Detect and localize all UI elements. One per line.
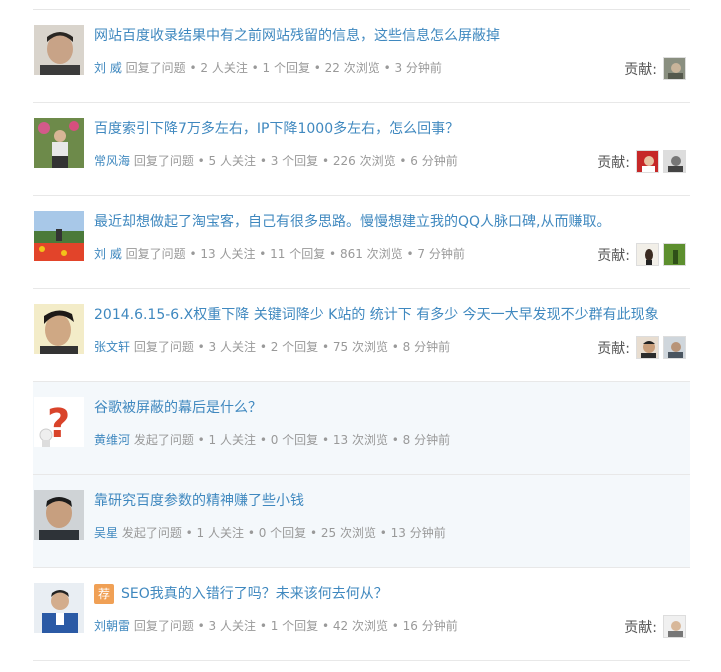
avatar[interactable]: [34, 583, 84, 633]
contributors: 贡献:: [597, 336, 686, 359]
avatar[interactable]: [34, 490, 84, 540]
meta-text: 回复了问题 • 3 人关注 • 1 个回复 • 42 次浏览 • 16 分钟前: [133, 619, 458, 633]
question-title[interactable]: 网站百度收录结果中有之前网站残留的信息，这些信息怎么屏蔽掉: [94, 26, 500, 46]
question-meta: 吴星 发起了问题 • 1 人关注 • 0 个回复 • 25 次浏览 • 13 分…: [94, 525, 446, 541]
question-title[interactable]: 谷歌被屏蔽的幕后是什么？: [94, 398, 262, 418]
avatar[interactable]: [34, 304, 84, 354]
user-link[interactable]: 吴星: [94, 526, 118, 540]
contributors: 贡献:: [597, 243, 686, 266]
question-meta: 刘朝雷 回复了问题 • 3 人关注 • 1 个回复 • 42 次浏览 • 16 …: [94, 618, 458, 634]
list-item: 网站百度收录结果中有之前网站残留的信息，这些信息怎么屏蔽掉 刘 威 回复了问题 …: [33, 10, 690, 103]
avatar[interactable]: ?: [34, 397, 84, 447]
list-item: ? 谷歌被屏蔽的幕后是什么？ 黄维河 发起了问题 • 1 人关注 • 0 个回复…: [33, 382, 690, 475]
question-title-text: SEO我真的入错行了吗？未来该何去何从？: [121, 586, 388, 602]
contrib-label: 贡献:: [624, 619, 657, 636]
question-meta: 张文轩 回复了问题 • 3 人关注 • 2 个回复 • 75 次浏览 • 8 分…: [94, 339, 450, 355]
contributor-avatar[interactable]: [663, 243, 686, 266]
list-item: 靠研究百度参数的精神赚了些小钱 吴星 发起了问题 • 1 人关注 • 0 个回复…: [33, 475, 690, 568]
user-link[interactable]: 刘 威: [94, 247, 122, 261]
contributors: 贡献:: [624, 57, 686, 80]
recommend-badge: 荐: [94, 584, 114, 604]
question-title[interactable]: 荐 SEO我真的入错行了吗？未来该何去何从？: [94, 584, 388, 604]
question-meta: 刘 威 回复了问题 • 13 人关注 • 11 个回复 • 861 次浏览 • …: [94, 246, 465, 262]
contrib-label: 贡献:: [597, 340, 630, 357]
contrib-label: 贡献:: [624, 61, 657, 78]
question-meta: 常风海 回复了问题 • 5 人关注 • 3 个回复 • 226 次浏览 • 6 …: [94, 153, 458, 169]
user-link[interactable]: 刘朝雷: [94, 619, 130, 633]
question-meta: 黄维河 发起了问题 • 1 人关注 • 0 个回复 • 13 次浏览 • 8 分…: [94, 432, 450, 448]
avatar[interactable]: [34, 118, 84, 168]
user-link[interactable]: 张文轩: [94, 340, 130, 354]
avatar[interactable]: [34, 211, 84, 261]
contrib-label: 贡献:: [597, 154, 630, 171]
meta-text: 回复了问题 • 5 人关注 • 3 个回复 • 226 次浏览 • 6 分钟前: [133, 154, 458, 168]
question-title[interactable]: 靠研究百度参数的精神赚了些小钱: [94, 491, 304, 511]
list-item: 最近却想做起了淘宝客，自己有很多思路。慢慢想建立我的QQ人脉口碑,从而赚取。 刘…: [33, 196, 690, 289]
svg-text:?: ?: [47, 401, 70, 447]
list-item: 2014.6.15-6.X权重下降 关键词降少 K站的 统计下 有多少 今天一大…: [33, 289, 690, 382]
user-link[interactable]: 刘 威: [94, 61, 122, 75]
user-link[interactable]: 黄维河: [94, 433, 130, 447]
contributor-avatar[interactable]: [663, 57, 686, 80]
question-list: 网站百度收录结果中有之前网站残留的信息，这些信息怎么屏蔽掉 刘 威 回复了问题 …: [33, 9, 690, 661]
contributor-avatar[interactable]: [663, 336, 686, 359]
contributor-avatar[interactable]: [636, 150, 659, 173]
question-title[interactable]: 百度索引下降7万多左右，IP下降1000多左右，怎么回事？: [94, 119, 459, 139]
avatar[interactable]: [34, 25, 84, 75]
contributor-avatar[interactable]: [663, 615, 686, 638]
contributor-avatar[interactable]: [663, 150, 686, 173]
user-link[interactable]: 常风海: [94, 154, 130, 168]
contributors: 贡献:: [597, 150, 686, 173]
contributors: 贡献:: [624, 615, 686, 638]
meta-text: 回复了问题 • 2 人关注 • 1 个回复 • 22 次浏览 • 3 分钟前: [125, 61, 442, 75]
question-meta: 刘 威 回复了问题 • 2 人关注 • 1 个回复 • 22 次浏览 • 3 分…: [94, 60, 442, 76]
contrib-label: 贡献:: [597, 247, 630, 264]
meta-text: 回复了问题 • 13 人关注 • 11 个回复 • 861 次浏览 • 7 分钟…: [125, 247, 465, 261]
list-item: 百度索引下降7万多左右，IP下降1000多左右，怎么回事？ 常风海 回复了问题 …: [33, 103, 690, 196]
meta-text: 发起了问题 • 1 人关注 • 0 个回复 • 13 次浏览 • 8 分钟前: [133, 433, 451, 447]
meta-text: 回复了问题 • 3 人关注 • 2 个回复 • 75 次浏览 • 8 分钟前: [133, 340, 451, 354]
question-title[interactable]: 最近却想做起了淘宝客，自己有很多思路。慢慢想建立我的QQ人脉口碑,从而赚取。: [94, 212, 611, 232]
list-item: 荐 SEO我真的入错行了吗？未来该何去何从？ 刘朝雷 回复了问题 • 3 人关注 …: [33, 568, 690, 661]
question-title[interactable]: 2014.6.15-6.X权重下降 关键词降少 K站的 统计下 有多少 今天一大…: [94, 305, 659, 325]
meta-text: 发起了问题 • 1 人关注 • 0 个回复 • 25 次浏览 • 13 分钟前: [121, 526, 446, 540]
contributor-avatar[interactable]: [636, 336, 659, 359]
contributor-avatar[interactable]: [636, 243, 659, 266]
